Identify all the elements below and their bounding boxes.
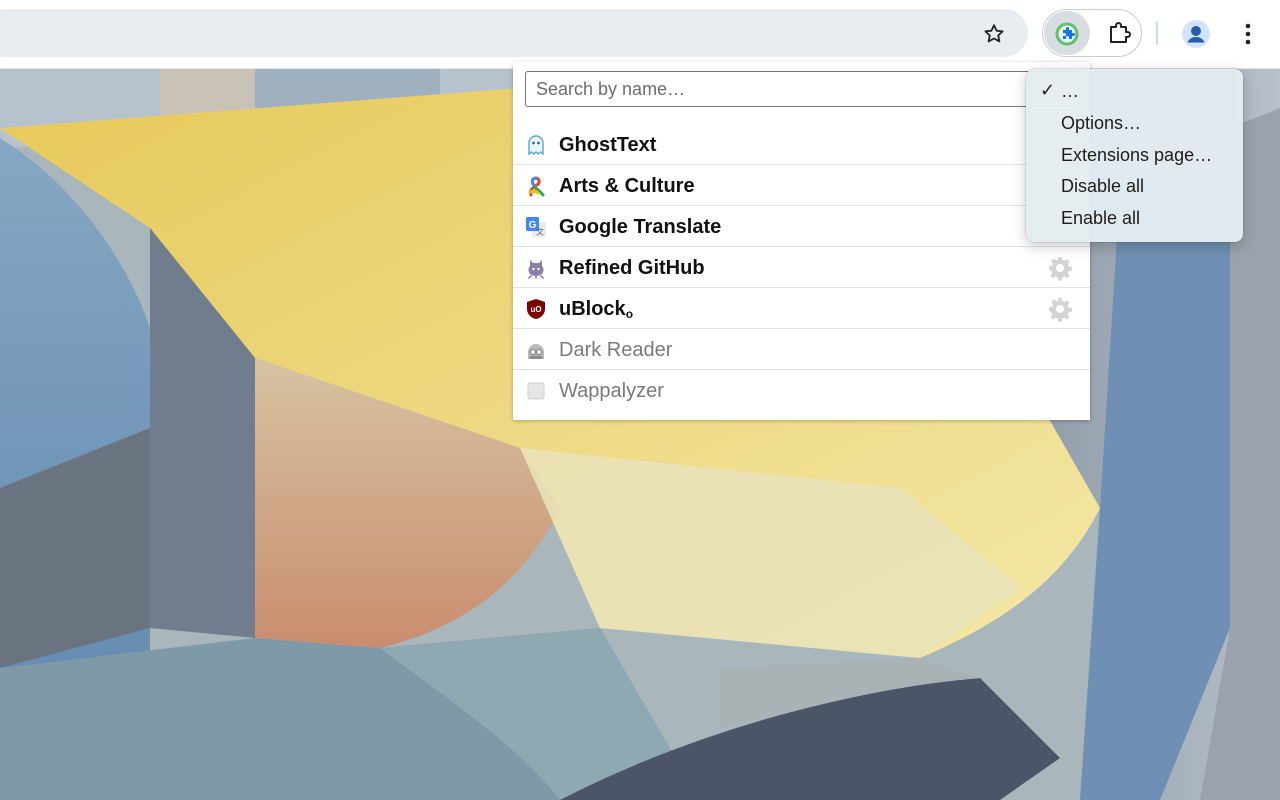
star-icon[interactable] xyxy=(976,16,1012,52)
translate-icon: G 文 xyxy=(525,216,547,238)
extension-name: Arts & Culture xyxy=(559,175,695,197)
menu-item-options[interactable]: Options… xyxy=(1026,109,1243,139)
extension-item-ublock[interactable]: uO uBlocko xyxy=(513,288,1090,329)
extension-item-wappalyzer[interactable]: Wappalyzer xyxy=(513,370,1090,411)
ghost-icon xyxy=(525,134,547,156)
more-vert-icon[interactable] xyxy=(1232,16,1264,52)
menu-item-label: … xyxy=(1061,81,1079,101)
extension-item-arts-culture[interactable]: Arts & Culture xyxy=(513,165,1090,206)
extension-name: Dark Reader xyxy=(559,339,673,361)
menu-item-ellipsis[interactable]: ✓ … xyxy=(1026,77,1243,107)
dark-reader-icon xyxy=(525,339,547,361)
options-gear-icon[interactable] xyxy=(1047,296,1073,322)
extension-manager-popup: GhostText Arts & Culture G 文 xyxy=(513,62,1090,420)
popup-context-menu: ✓ … Options… Extensions page… Disable al… xyxy=(1026,69,1243,242)
options-gear-icon[interactable] xyxy=(1047,255,1073,281)
puzzle-icon[interactable] xyxy=(1100,15,1138,53)
menu-item-label: Disable all xyxy=(1061,176,1145,196)
checkmark-icon: ✓ xyxy=(1040,80,1056,100)
extension-item-google-translate[interactable]: G 文 Google Translate xyxy=(513,206,1090,247)
menu-item-extensions-page[interactable]: Extensions page… xyxy=(1026,141,1243,171)
toolbar-divider xyxy=(1156,21,1158,45)
extension-item-refined-github[interactable]: Refined GitHub xyxy=(513,247,1090,288)
extension-name: Refined GitHub xyxy=(559,257,705,279)
menu-item-label: Options… xyxy=(1061,113,1142,133)
extension-item-dark-reader[interactable]: Dark Reader xyxy=(513,329,1090,370)
menu-item-enable-all[interactable]: Enable all xyxy=(1026,204,1243,234)
extension-item-ghosttext[interactable]: GhostText xyxy=(513,124,1090,165)
extension-manager-icon[interactable] xyxy=(1050,17,1084,51)
svg-text:文: 文 xyxy=(536,227,544,237)
menu-item-disable-all[interactable]: Disable all xyxy=(1026,172,1243,202)
octocat-icon xyxy=(525,257,547,279)
extension-name: uBlocko xyxy=(559,298,634,321)
browser-toolbar xyxy=(0,0,1280,69)
extension-name: Wappalyzer xyxy=(559,380,664,402)
address-bar[interactable] xyxy=(0,9,1028,57)
menu-item-label: Extensions page… xyxy=(1061,145,1213,165)
profile-icon[interactable] xyxy=(1178,16,1214,52)
wappalyzer-icon xyxy=(525,380,547,402)
svg-text:uO: uO xyxy=(530,305,541,314)
extension-name: GhostText xyxy=(559,134,657,156)
extension-name-suffix: o xyxy=(625,307,634,321)
menu-item-label: Enable all xyxy=(1061,208,1141,228)
arts-culture-icon xyxy=(525,175,547,197)
extension-name: Google Translate xyxy=(559,216,722,238)
shield-icon: uO xyxy=(525,298,547,320)
extension-list: GhostText Arts & Culture G 文 Google Tran… xyxy=(513,124,1090,411)
search-input[interactable] xyxy=(525,71,1079,107)
